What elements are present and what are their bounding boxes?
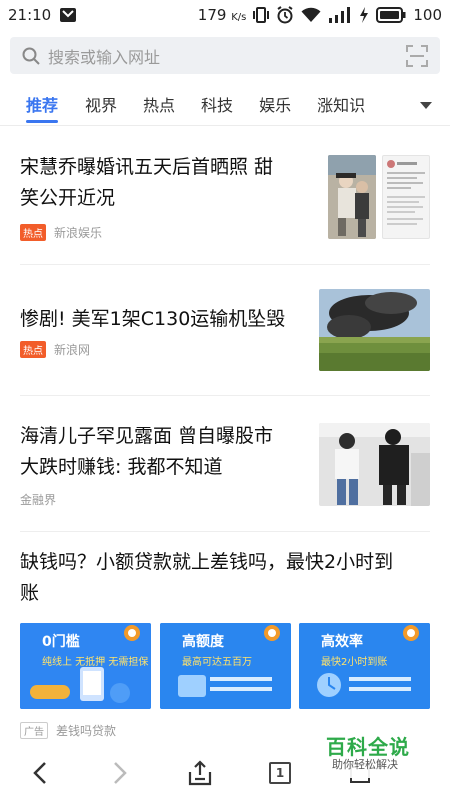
- clock: 21:10: [8, 6, 52, 24]
- chevron-left-icon: [32, 761, 48, 785]
- ad-card-subtext: 最快2小时到账: [321, 657, 388, 668]
- news-thumbnail-photo: [319, 423, 430, 506]
- news-source: 新浪网: [54, 343, 91, 357]
- news-thumbnail-social-post: [382, 155, 430, 239]
- share-icon: [187, 759, 213, 786]
- tab-knowledge[interactable]: 涨知识: [304, 86, 378, 126]
- tabs-button[interactable]: 1: [240, 761, 320, 784]
- news-title: 海清儿子罕见露面 曾自曝股市 大跌时赚钱: 我都不知道: [20, 425, 274, 478]
- alarm-icon: [276, 6, 294, 24]
- news-thumbnail-photo: [328, 155, 376, 239]
- ad-source: 差钱吗贷款: [56, 724, 117, 738]
- ad-image-card[interactable]: 高效率 最快2小时到账: [299, 623, 430, 709]
- wifi-icon: [301, 7, 321, 23]
- expand-channels-icon[interactable]: [420, 101, 432, 110]
- tab-count-badge: 1: [269, 761, 291, 784]
- net-speed-unit: K/s: [231, 12, 247, 23]
- news-source: 新浪娱乐: [54, 226, 103, 240]
- battery-icon: [376, 7, 406, 23]
- tab-entertainment[interactable]: 娱乐: [246, 86, 304, 126]
- tab-tech[interactable]: 科技: [188, 86, 246, 126]
- forward-button[interactable]: [80, 761, 160, 785]
- back-button[interactable]: [0, 761, 80, 785]
- ad-card-heading: 高效率: [321, 634, 363, 650]
- news-title: 宋慧乔曝婚讯五天后首晒照 甜 笑公开近况: [20, 156, 274, 209]
- tab-hot[interactable]: 热点: [130, 86, 188, 126]
- news-item[interactable]: 海清儿子罕见露面 曾自曝股市 大跌时赚钱: 我都不知道 金融界: [0, 396, 450, 531]
- ad-card-heading: 高额度: [182, 634, 224, 650]
- channel-tabs: 推荐 视界 热点 科技 娱乐 涨知识: [0, 86, 450, 126]
- hot-badge: 热点: [20, 224, 46, 241]
- news-thumbnail-photo: [319, 289, 430, 371]
- ad-card-subtext: 最高可达五百万: [182, 657, 252, 668]
- signal-icon: [328, 7, 352, 23]
- ad-badge: 广告: [20, 722, 48, 739]
- tab-recommend[interactable]: 推荐: [0, 86, 72, 126]
- news-source: 金融界: [20, 493, 57, 507]
- news-item[interactable]: 惨剧! 美军1架C130运输机坠毁 热点 新浪网: [0, 265, 450, 385]
- hot-badge: 热点: [20, 341, 46, 358]
- search-placeholder: 搜索或输入网址: [48, 47, 161, 67]
- watermark-subtitle: 助你轻松解决: [332, 758, 398, 771]
- share-button[interactable]: [160, 759, 240, 786]
- ad-image-card[interactable]: 0门槛 纯线上 无抵押 无需担保: [20, 623, 151, 709]
- ad-title: 缺钱吗？小额贷款就上差钱吗，最快2小时到 账: [20, 551, 394, 604]
- net-speed: 179 K/s: [197, 6, 247, 24]
- tab-vision[interactable]: 视界: [72, 86, 130, 126]
- vibrate-icon: [253, 6, 270, 24]
- battery-level: 100: [413, 6, 442, 24]
- ad-card-heading: 0门槛: [42, 634, 80, 650]
- ad-card-subtext: 纯线上 无抵押 无需担保: [42, 657, 149, 668]
- watermark: 百科全说 助你轻松解决: [316, 728, 426, 778]
- status-bar: 21:10 179 K/s 100: [0, 0, 450, 30]
- charging-icon: [359, 7, 369, 23]
- news-item[interactable]: 宋慧乔曝婚讯五天后首晒照 甜 笑公开近况 热点 新浪娱乐: [0, 140, 450, 264]
- chevron-right-icon: [112, 761, 128, 785]
- scan-icon[interactable]: [406, 44, 428, 67]
- news-title: 惨剧! 美军1架C130运输机坠毁: [20, 308, 286, 330]
- address-search-bar[interactable]: 搜索或输入网址: [10, 37, 440, 74]
- ad-image-card[interactable]: 高额度 最高可达五百万: [160, 623, 291, 709]
- notification-icon: [59, 7, 77, 23]
- search-icon: [22, 47, 40, 65]
